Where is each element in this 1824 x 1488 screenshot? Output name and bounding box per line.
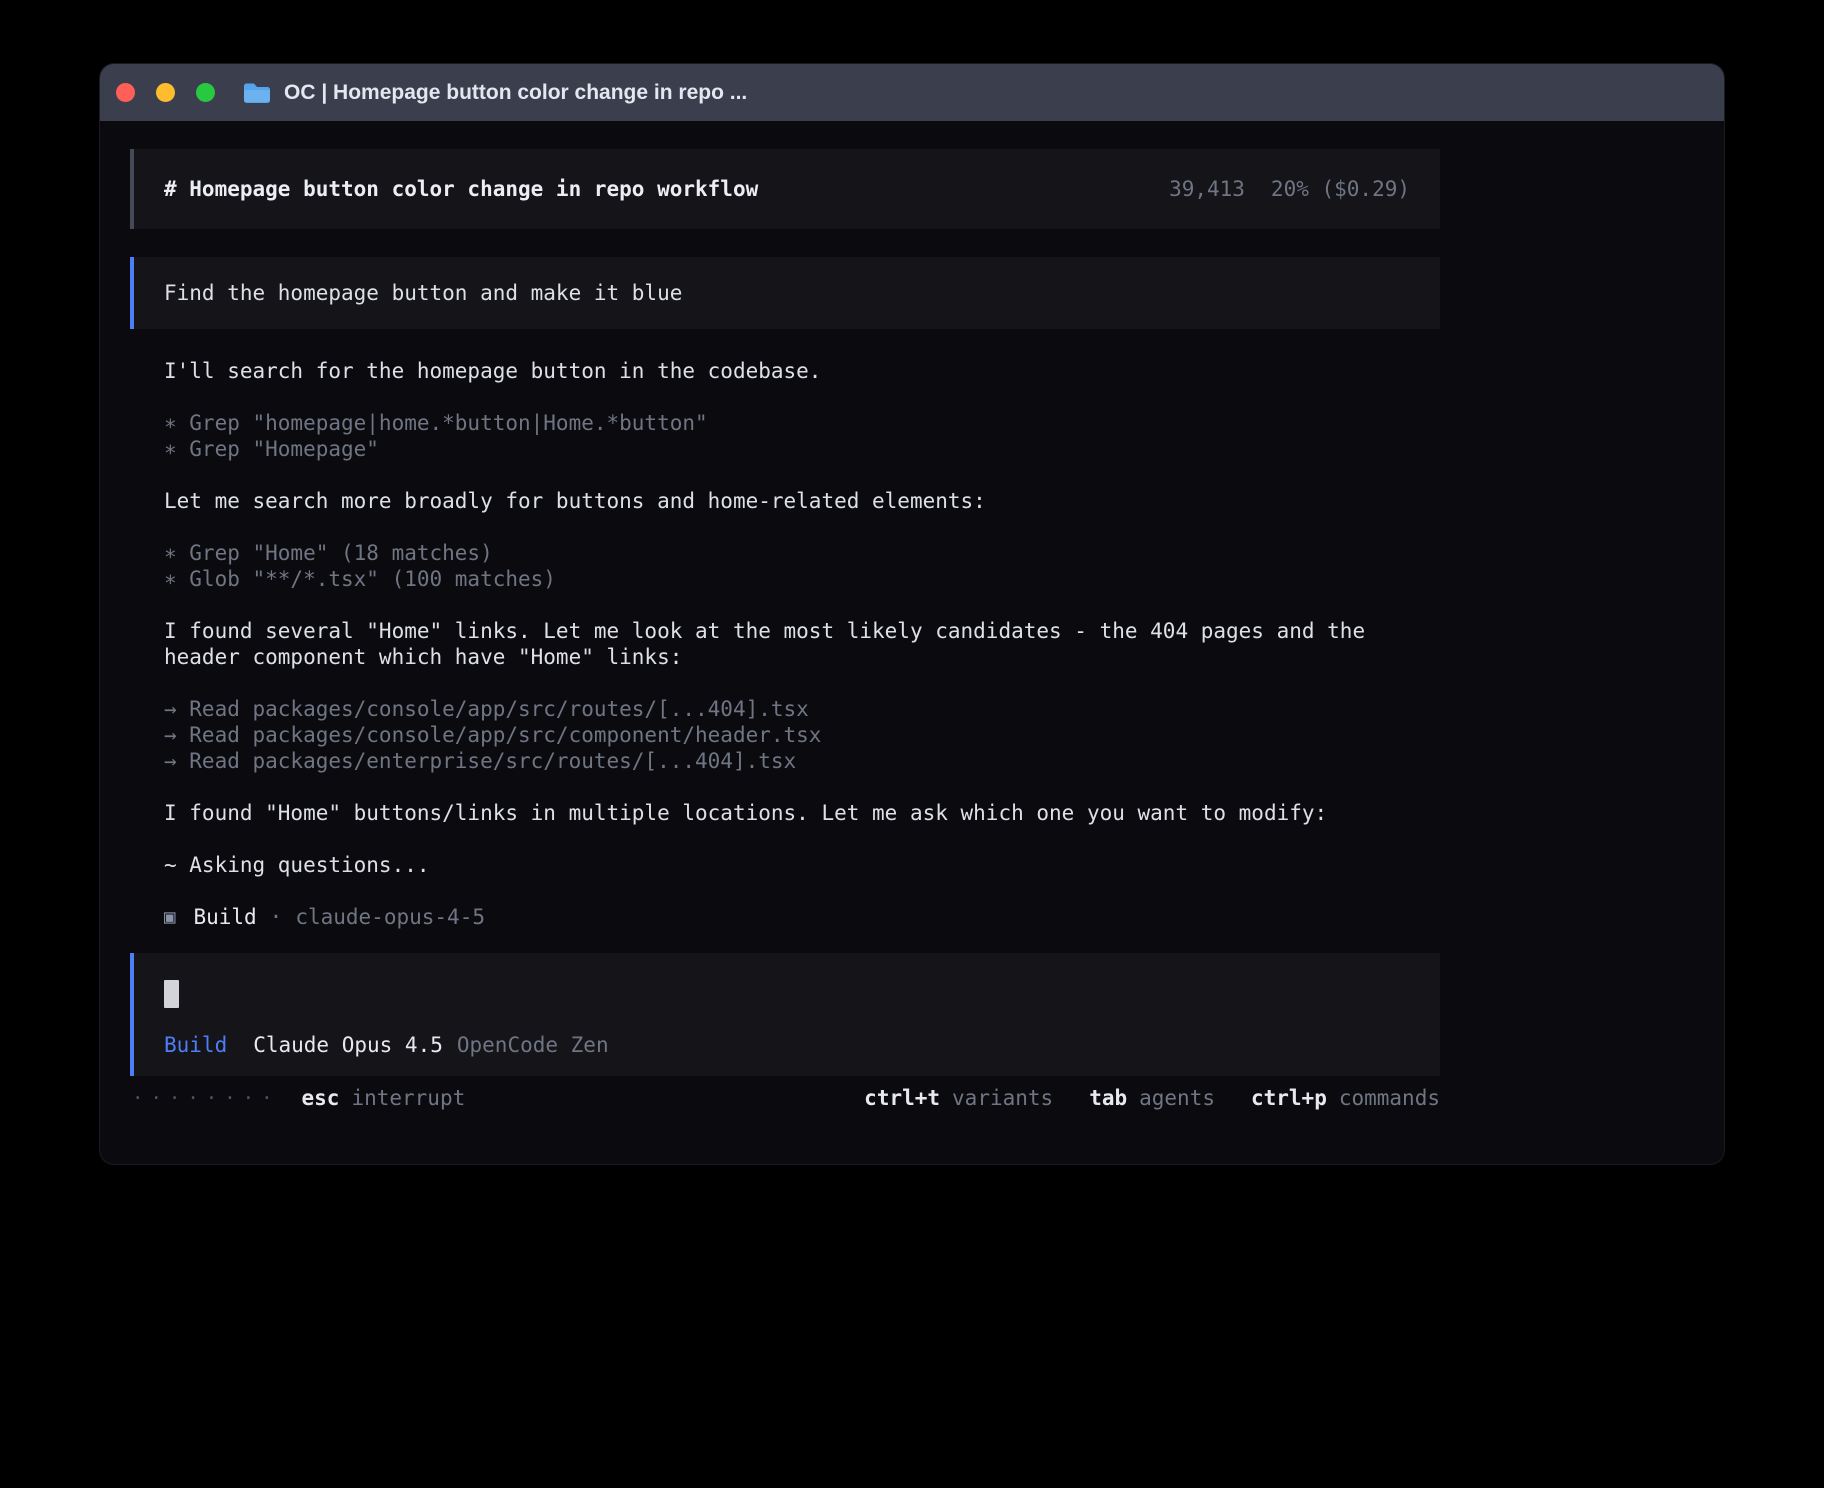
folder-icon [242, 81, 272, 105]
variants-label: variants [952, 1085, 1053, 1111]
tool-call: → Read packages/console/app/src/componen… [164, 722, 1440, 748]
assistant-status: ~ Asking questions... [164, 852, 1440, 878]
variants-key: ctrl+t [864, 1085, 940, 1111]
assistant-message: I found several "Home" links. Let me loo… [164, 618, 1440, 670]
session-header: # Homepage button color change in repo w… [130, 149, 1440, 229]
esc-key-hint: esc [302, 1085, 340, 1111]
commands-key: ctrl+p [1251, 1085, 1327, 1111]
minimize-button[interactable] [156, 83, 175, 102]
session-stats: 39,413 20% ($0.29) [1169, 176, 1410, 202]
assistant-message: I found "Home" buttons/links in multiple… [164, 800, 1440, 826]
close-button[interactable] [116, 83, 135, 102]
terminal-window: OC | Homepage button color change in rep… [100, 64, 1724, 1164]
agent-icon: ▣ [164, 904, 175, 930]
agents-hint: tab agents [1089, 1085, 1215, 1111]
agents-label: agents [1139, 1085, 1215, 1111]
user-message-text: Find the homepage button and make it blu… [164, 280, 682, 306]
terminal-content: # Homepage button color change in repo w… [100, 121, 1724, 1111]
tool-call: → Read packages/console/app/src/routes/[… [164, 696, 1440, 722]
status-right: ctrl+t variants tab agents ctrl+p comman… [864, 1085, 1440, 1111]
input-model-label: Claude Opus 4.5 [253, 1032, 443, 1058]
zoom-button[interactable] [196, 83, 215, 102]
agent-name: Build [193, 904, 256, 930]
window-title: OC | Homepage button color change in rep… [284, 81, 747, 105]
commands-hint: ctrl+p commands [1251, 1085, 1440, 1111]
esc-key-label: interrupt [351, 1085, 465, 1111]
tool-call: ∗ Grep "homepage|home.*button|Home.*butt… [164, 410, 1440, 436]
variants-hint: ctrl+t variants [864, 1085, 1053, 1111]
tool-call: → Read packages/enterprise/src/routes/[.… [164, 748, 1440, 774]
agents-key: tab [1089, 1085, 1127, 1111]
conversation-transcript: I'll search for the homepage button in t… [130, 358, 1440, 930]
window-titlebar[interactable]: OC | Homepage button color change in rep… [100, 64, 1724, 121]
text-cursor [164, 980, 179, 1008]
input-provider-label: OpenCode Zen [457, 1032, 609, 1058]
user-message: Find the homepage button and make it blu… [130, 257, 1440, 329]
tool-call: ∗ Grep "Home" (18 matches) [164, 540, 1440, 566]
tool-call: ∗ Grep "Homepage" [164, 436, 1440, 462]
agent-model: claude-opus-4-5 [295, 904, 485, 930]
commands-label: commands [1339, 1085, 1440, 1111]
agent-separator: · [270, 904, 283, 930]
input-meta: Build Claude Opus 4.5 OpenCode Zen [164, 1032, 1410, 1058]
input-agent-label: Build [164, 1032, 227, 1058]
status-bar: ········ esc interrupt ctrl+t variants t… [130, 1085, 1440, 1111]
progress-dots: ········ [132, 1085, 280, 1111]
tool-call-group: ∗ Grep "homepage|home.*button|Home.*butt… [164, 410, 1440, 462]
context-cost: 20% ($0.29) [1271, 176, 1410, 202]
assistant-message: Let me search more broadly for buttons a… [164, 488, 1440, 514]
status-left: ········ esc interrupt [132, 1085, 465, 1111]
tool-call-group: → Read packages/console/app/src/routes/[… [164, 696, 1440, 774]
tool-call: ∗ Glob "**/*.tsx" (100 matches) [164, 566, 1440, 592]
token-count: 39,413 [1169, 176, 1245, 202]
tool-call-group: ∗ Grep "Home" (18 matches) ∗ Glob "**/*.… [164, 540, 1440, 592]
assistant-message: I'll search for the homepage button in t… [164, 358, 1440, 384]
agent-status-line: ▣ Build · claude-opus-4-5 [164, 904, 1440, 930]
prompt-input[interactable]: Build Claude Opus 4.5 OpenCode Zen [130, 953, 1440, 1076]
session-title: # Homepage button color change in repo w… [164, 176, 758, 202]
